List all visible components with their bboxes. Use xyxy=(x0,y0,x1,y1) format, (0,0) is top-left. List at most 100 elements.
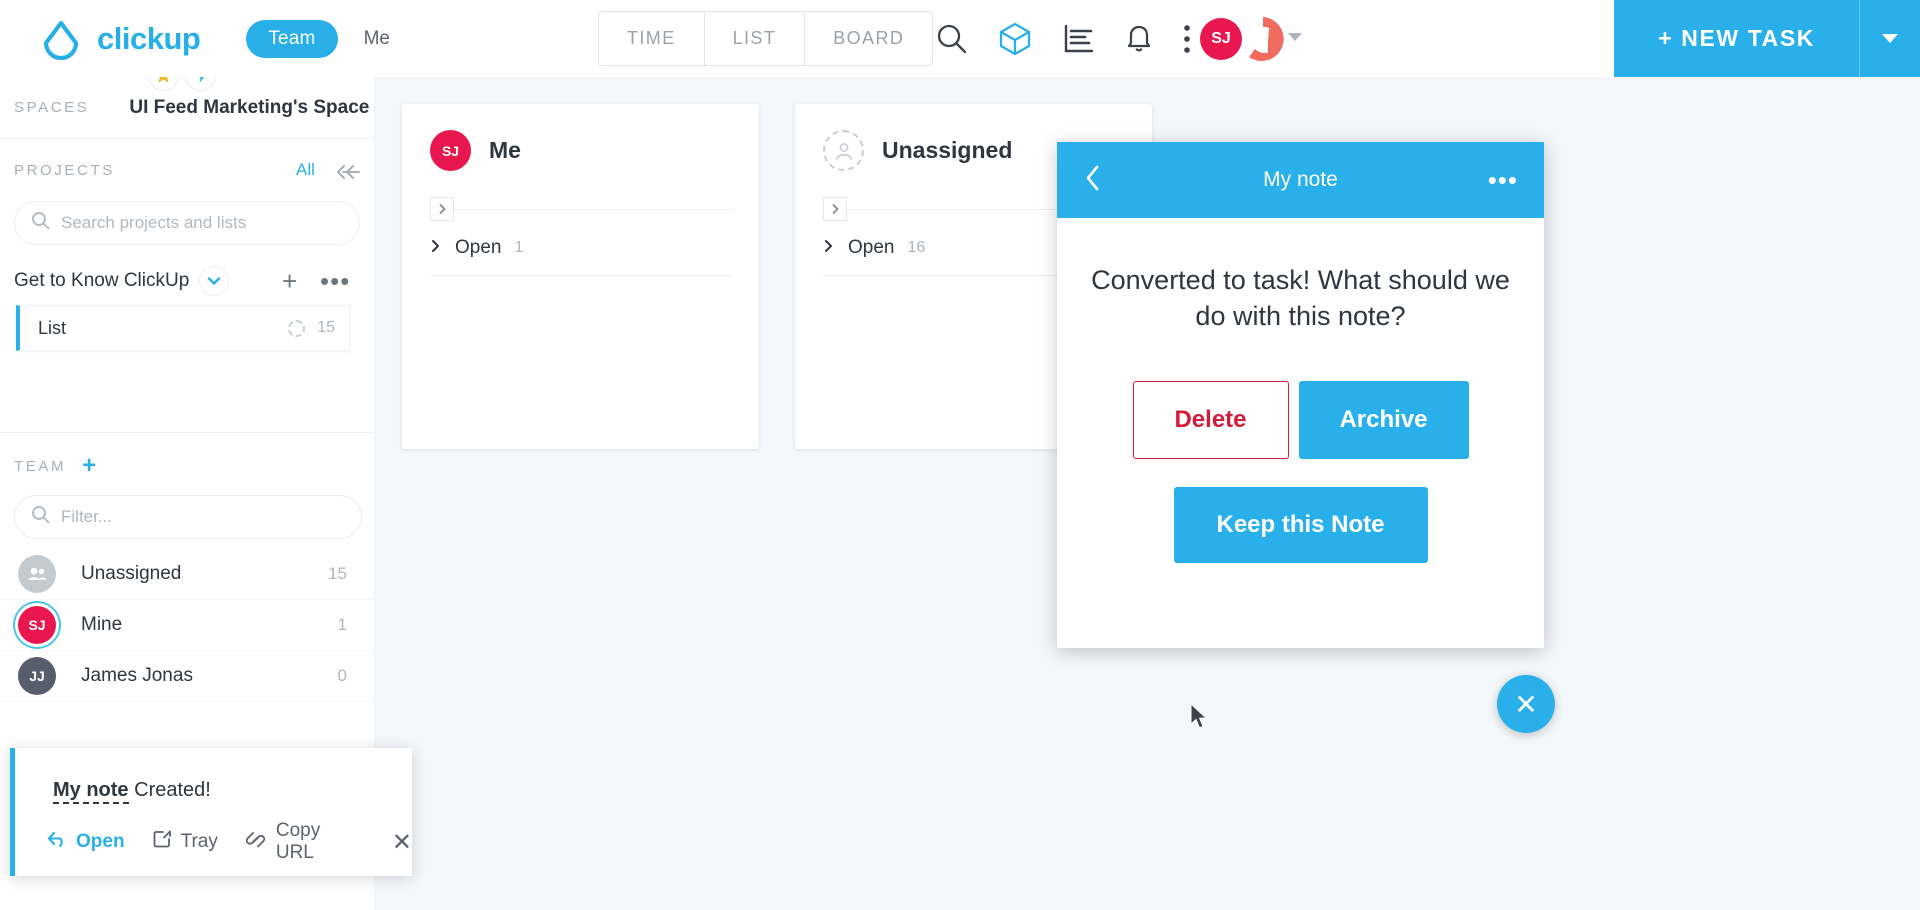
chevron-down-icon[interactable] xyxy=(1288,33,1302,41)
column-expand-row xyxy=(430,197,731,223)
reply-arrow-icon xyxy=(47,831,67,854)
search-icon xyxy=(31,505,50,529)
search-input[interactable] xyxy=(61,213,316,233)
dialog-title: My note xyxy=(1263,168,1338,191)
avatar: SJ xyxy=(18,606,56,644)
team-filter-box[interactable] xyxy=(14,495,362,539)
team-member-count: 0 xyxy=(337,666,347,685)
clickup-app-window: clickup Team Me TIME LIST BOARD SJ + NEW… xyxy=(0,0,1920,910)
board-column-me: SJ Me Open 1 xyxy=(402,104,759,449)
search-icon xyxy=(31,211,50,235)
column-title: Unassigned xyxy=(882,137,1013,163)
team-member-list: Unassigned 15 SJ Mine 1 JJ James Jonas 0 xyxy=(0,549,375,702)
brand-logo[interactable]: clickup xyxy=(38,16,201,62)
projects-all-link[interactable]: All xyxy=(296,160,315,180)
team-member-mine[interactable]: SJ Mine 1 xyxy=(0,600,375,651)
team-member-unassigned[interactable]: Unassigned 15 xyxy=(0,549,375,600)
column-group-open[interactable]: Open 1 xyxy=(430,237,759,259)
close-icon: ✕ xyxy=(1514,688,1538,720)
chart-icon[interactable] xyxy=(1061,22,1095,56)
column-header: SJ Me xyxy=(402,104,759,171)
avatar: JJ xyxy=(18,657,56,695)
toast-close-button[interactable]: ✕ xyxy=(392,828,412,857)
workspace-mark-icon xyxy=(1238,14,1288,64)
expand-chevron-icon[interactable] xyxy=(430,197,454,221)
new-task-group: + NEW TASK xyxy=(1614,0,1920,77)
team-header: TEAM + xyxy=(0,452,96,480)
chevron-right-icon xyxy=(823,239,834,258)
current-space-name[interactable]: UI Feed Marketing's Space xyxy=(129,97,369,119)
status-circle-icon xyxy=(288,319,305,337)
link-icon xyxy=(245,830,267,855)
list-item-label: List xyxy=(38,317,67,338)
group-label: Open xyxy=(848,237,895,258)
team-filter-input[interactable] xyxy=(61,507,316,527)
bell-icon[interactable] xyxy=(1123,23,1155,55)
avatar[interactable]: SJ xyxy=(1200,17,1242,60)
divider xyxy=(430,275,731,276)
chevron-down-icon xyxy=(1882,34,1898,43)
add-team-member-icon[interactable]: + xyxy=(82,452,96,480)
projects-label: PROJECTS xyxy=(14,161,115,179)
team-member-james-jonas[interactable]: JJ James Jonas 0 xyxy=(0,651,375,702)
team-label: TEAM xyxy=(14,457,67,475)
search-icon[interactable] xyxy=(935,22,969,56)
column-title: Me xyxy=(489,137,521,163)
user-avatar-menu[interactable]: SJ xyxy=(1200,0,1302,77)
chevron-left-icon[interactable] xyxy=(1085,165,1101,196)
projects-header: PROJECTS All xyxy=(0,139,374,201)
project-search-box[interactable] xyxy=(14,201,360,245)
group-label: Open xyxy=(455,237,502,258)
mouse-cursor xyxy=(1190,702,1210,736)
chevron-right-icon xyxy=(430,239,441,258)
team-member-name: Mine xyxy=(81,614,123,635)
view-switcher: TIME LIST BOARD xyxy=(598,11,934,66)
sidebar-item-list[interactable]: List 15 xyxy=(16,305,350,351)
toast-copy-url-button[interactable]: Copy URL xyxy=(245,820,360,864)
toast-message: My note Created! xyxy=(53,779,412,804)
cube-icon[interactable] xyxy=(997,21,1033,57)
expand-chevron-icon[interactable] xyxy=(823,197,847,221)
more-horizontal-icon[interactable]: ••• xyxy=(1488,167,1518,193)
new-task-button[interactable]: + NEW TASK xyxy=(1614,0,1859,77)
group-count: 16 xyxy=(907,239,926,256)
spaces-label: SPACES xyxy=(14,99,90,116)
archive-button[interactable]: Archive xyxy=(1298,380,1469,459)
new-task-dropdown-button[interactable] xyxy=(1860,0,1920,77)
delete-button[interactable]: Delete xyxy=(1132,380,1289,459)
toast-note-name[interactable]: My note xyxy=(53,779,129,804)
list-item-count: 15 xyxy=(317,319,335,336)
project-group-row[interactable]: Get to Know ClickUp + ••• xyxy=(0,257,374,305)
chevron-down-icon[interactable] xyxy=(199,266,230,296)
top-header: clickup Team Me TIME LIST BOARD SJ + NEW… xyxy=(0,0,1920,77)
tab-board[interactable]: BOARD xyxy=(805,12,932,65)
toast-notification: My note Created! Open Tray Copy URL ✕ xyxy=(10,748,412,876)
project-more-icon[interactable]: ••• xyxy=(320,266,350,297)
tab-team[interactable]: Team xyxy=(246,19,338,58)
keep-note-button[interactable]: Keep this Note xyxy=(1173,486,1428,563)
note-conversion-dialog: My note ••• Converted to task! What shou… xyxy=(1057,142,1544,648)
toast-tray-button[interactable]: Tray xyxy=(153,830,218,855)
tab-me[interactable]: Me xyxy=(364,28,390,50)
header-icon-group xyxy=(935,0,1219,77)
close-fab-button[interactable]: ✕ xyxy=(1497,675,1555,733)
dialog-body: Converted to task! What should we do wit… xyxy=(1057,218,1544,563)
dialog-message: Converted to task! What should we do wit… xyxy=(1091,265,1510,332)
avatar: SJ xyxy=(430,130,471,171)
more-vertical-icon[interactable] xyxy=(1183,24,1191,54)
tab-time[interactable]: TIME xyxy=(599,12,705,65)
team-member-count: 1 xyxy=(337,615,347,634)
tray-icon xyxy=(153,830,172,855)
add-project-icon[interactable]: + xyxy=(282,266,297,297)
tab-list[interactable]: LIST xyxy=(705,12,806,65)
team-member-name: James Jonas xyxy=(81,665,193,686)
team-member-name: Unassigned xyxy=(81,563,182,584)
brand-wordmark: clickup xyxy=(97,20,201,56)
toast-copy-url-label: Copy URL xyxy=(275,820,321,863)
dialog-button-row: Delete Archive xyxy=(1091,380,1510,459)
collapse-sidebar-icon[interactable] xyxy=(335,163,361,186)
toast-tray-label: Tray xyxy=(180,831,218,852)
toast-open-button[interactable]: Open xyxy=(47,831,125,854)
unassigned-avatar-icon xyxy=(823,130,864,171)
divider xyxy=(454,209,731,210)
